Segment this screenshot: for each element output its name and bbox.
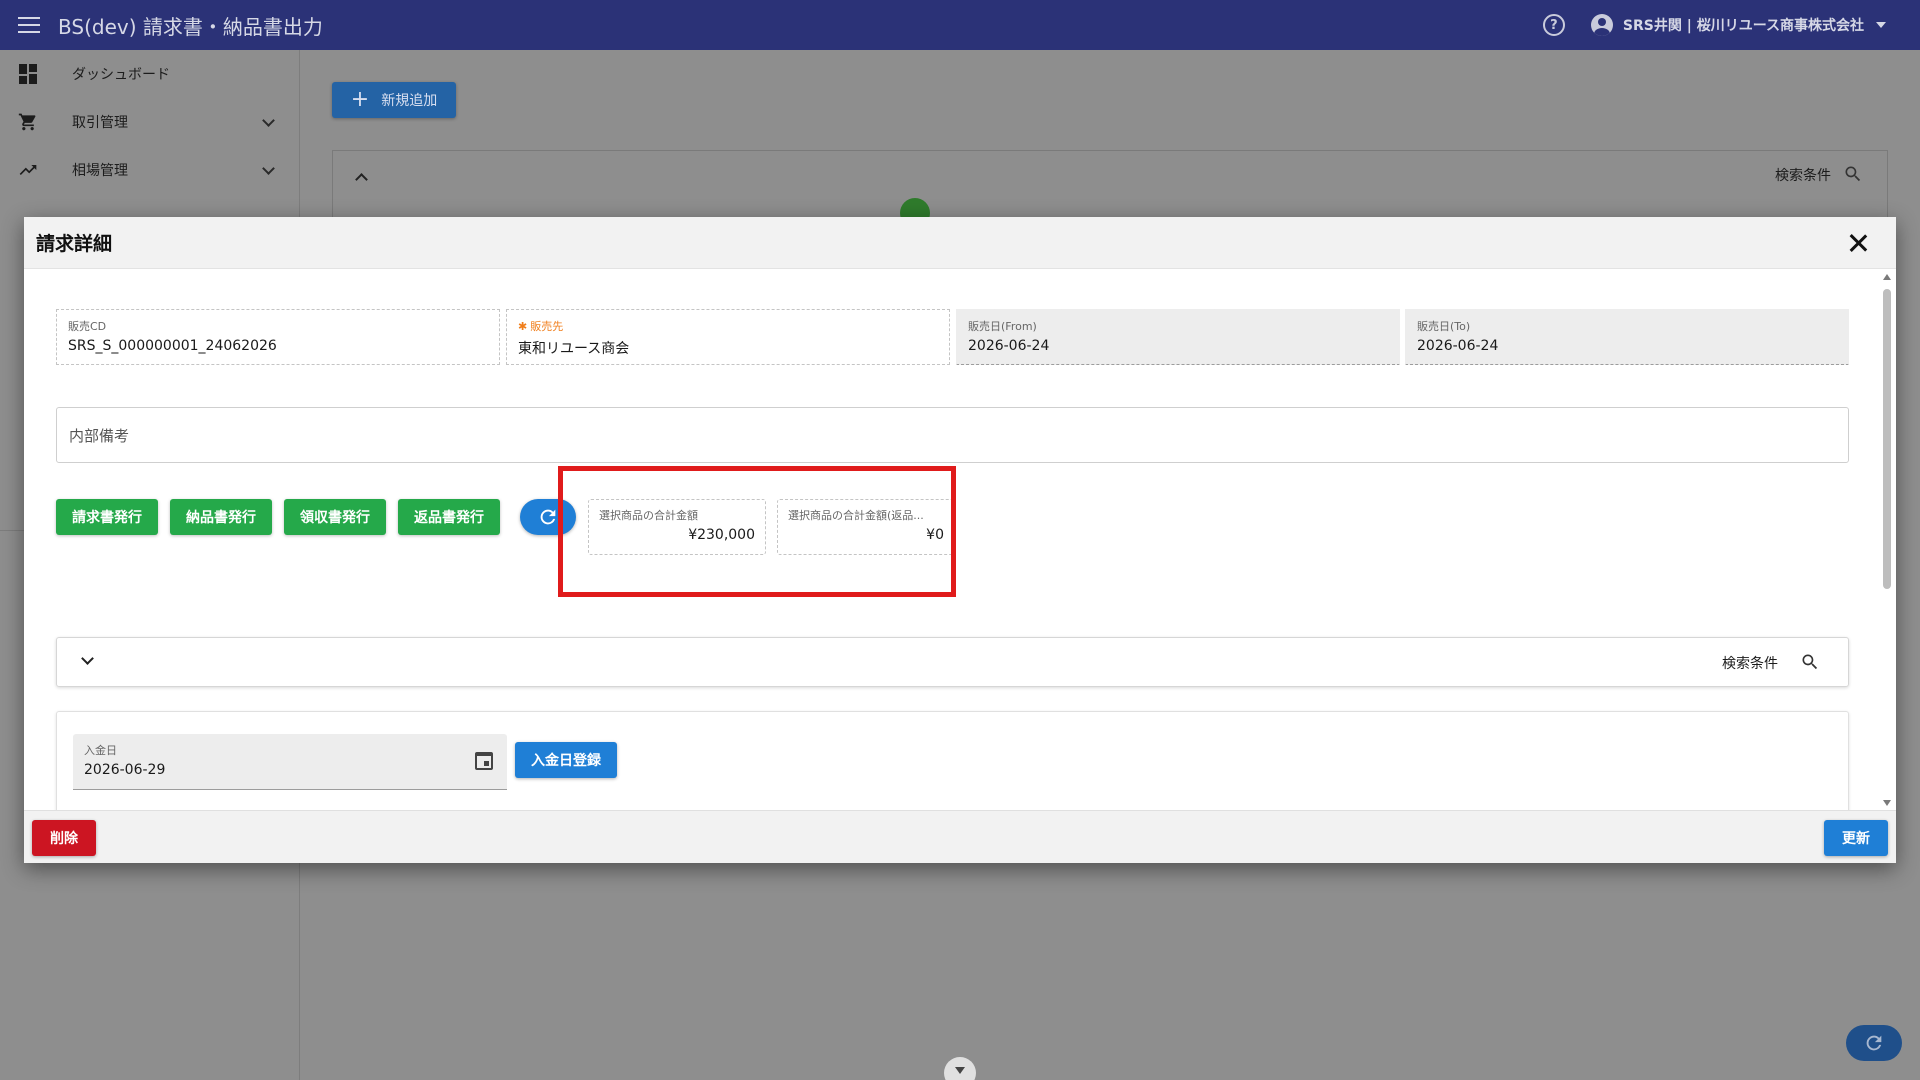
app-bar: BS(dev) 請求書・納品書出力 ? SRS井関 | 桜川リユース商事株式会社 (0, 0, 1920, 50)
sales-cd-label: 販売CD (68, 320, 107, 333)
menu-icon[interactable] (18, 17, 40, 33)
search-condition-panel[interactable]: 検索条件 (56, 637, 1849, 687)
account-icon[interactable] (1590, 14, 1613, 36)
register-payment-date-button[interactable]: 入金日登録 (515, 742, 617, 778)
dashboard-icon (18, 64, 38, 84)
payment-date-field[interactable]: 入金日 2026-06-29 (73, 734, 507, 790)
issue-return-note-button[interactable]: 返品書発行 (398, 499, 500, 535)
calendar-icon[interactable] (475, 752, 493, 770)
search-icon[interactable] (1800, 652, 1820, 676)
app-title: BS(dev) 請求書・納品書出力 (58, 14, 323, 39)
payment-date-label: 入金日 (84, 744, 117, 757)
cart-icon (18, 112, 38, 132)
sidebar-item-dashboard[interactable]: ダッシュボード (0, 50, 299, 98)
internal-memo-input[interactable]: 内部備考 (56, 407, 1849, 463)
dialog-title: 請求詳細 (36, 233, 113, 255)
add-new-label: 新規追加 (381, 93, 438, 109)
customer-label: ✱ 販売先 (518, 320, 564, 333)
sales-date-to-value: 2026-06-24 (1417, 338, 1499, 354)
sidebar-item-label: 取引管理 (72, 115, 128, 131)
chevron-down-icon[interactable] (262, 161, 275, 175)
scroll-up-icon[interactable] (1883, 274, 1891, 280)
invoice-detail-dialog: 請求詳細 販売CD SRS_S_000000001_24062026 ✱ 販売先 … (24, 217, 1896, 863)
issue-receipt-button[interactable]: 領収書発行 (284, 499, 386, 535)
search-condition-label: 検索条件 (1722, 656, 1778, 672)
sidebar-item-market[interactable]: 相場管理 (0, 146, 299, 194)
search-panel-background: 検索条件 (332, 150, 1888, 220)
dialog-footer: 削除 更新 (24, 810, 1896, 863)
sales-date-from-value: 2026-06-24 (968, 338, 1050, 354)
search-condition-label: 検索条件 (1775, 168, 1831, 184)
chevron-down-icon (955, 1066, 965, 1074)
sidebar-item-label: ダッシュボード (72, 67, 170, 83)
chevron-down-icon[interactable] (262, 113, 275, 127)
delete-button[interactable]: 削除 (32, 820, 96, 856)
account-dropdown-icon[interactable] (1876, 22, 1886, 28)
sales-cd-field[interactable]: 販売CD SRS_S_000000001_24062026 (56, 309, 500, 365)
highlight-box (558, 466, 956, 597)
payment-panel: 入金日 2026-06-29 入金日登録 (56, 711, 1849, 810)
update-button[interactable]: 更新 (1824, 820, 1888, 856)
help-icon[interactable]: ? (1542, 14, 1565, 36)
sidebar-item-label: 相場管理 (72, 163, 128, 179)
close-icon[interactable] (1848, 233, 1868, 253)
add-new-button[interactable]: + 新規追加 (332, 82, 456, 118)
dialog-scrollbar[interactable] (1882, 269, 1892, 810)
refresh-icon (1866, 1035, 1882, 1051)
dialog-header: 請求詳細 (24, 217, 1896, 269)
payment-date-value: 2026-06-29 (84, 762, 166, 778)
sales-date-from-field: 販売日(From) 2026-06-24 (956, 309, 1400, 365)
app-bar-actions: ? SRS井関 | 桜川リユース商事株式会社 (1542, 14, 1886, 36)
account-name[interactable]: SRS井関 | 桜川リユース商事株式会社 (1623, 15, 1864, 35)
plus-icon: + (350, 87, 370, 112)
chevron-up-icon[interactable] (355, 173, 368, 186)
scroll-down-button[interactable] (944, 1057, 976, 1080)
dialog-body: 販売CD SRS_S_000000001_24062026 ✱ 販売先 東和リユー… (24, 269, 1896, 810)
customer-value: 東和リユース商会 (518, 341, 630, 357)
scrollbar-thumb[interactable] (1883, 289, 1891, 589)
refresh-icon (540, 509, 556, 525)
page-refresh-button[interactable] (1846, 1025, 1902, 1061)
sales-date-from-label: 販売日(From) (968, 320, 1037, 333)
issue-invoice-button[interactable]: 請求書発行 (56, 499, 158, 535)
required-mark: ✱ (518, 320, 528, 333)
sidebar-item-transactions[interactable]: 取引管理 (0, 98, 299, 146)
sales-date-to-label: 販売日(To) (1417, 320, 1471, 333)
search-icon[interactable] (1843, 164, 1863, 188)
trending-up-icon (18, 160, 38, 180)
customer-field[interactable]: ✱ 販売先 東和リユース商会 (506, 309, 950, 365)
issue-delivery-note-button[interactable]: 納品書発行 (170, 499, 272, 535)
sales-date-to-field: 販売日(To) 2026-06-24 (1405, 309, 1849, 365)
chevron-down-icon[interactable] (81, 652, 94, 665)
scroll-down-icon[interactable] (1883, 800, 1891, 806)
sales-cd-value: SRS_S_000000001_24062026 (68, 338, 277, 354)
